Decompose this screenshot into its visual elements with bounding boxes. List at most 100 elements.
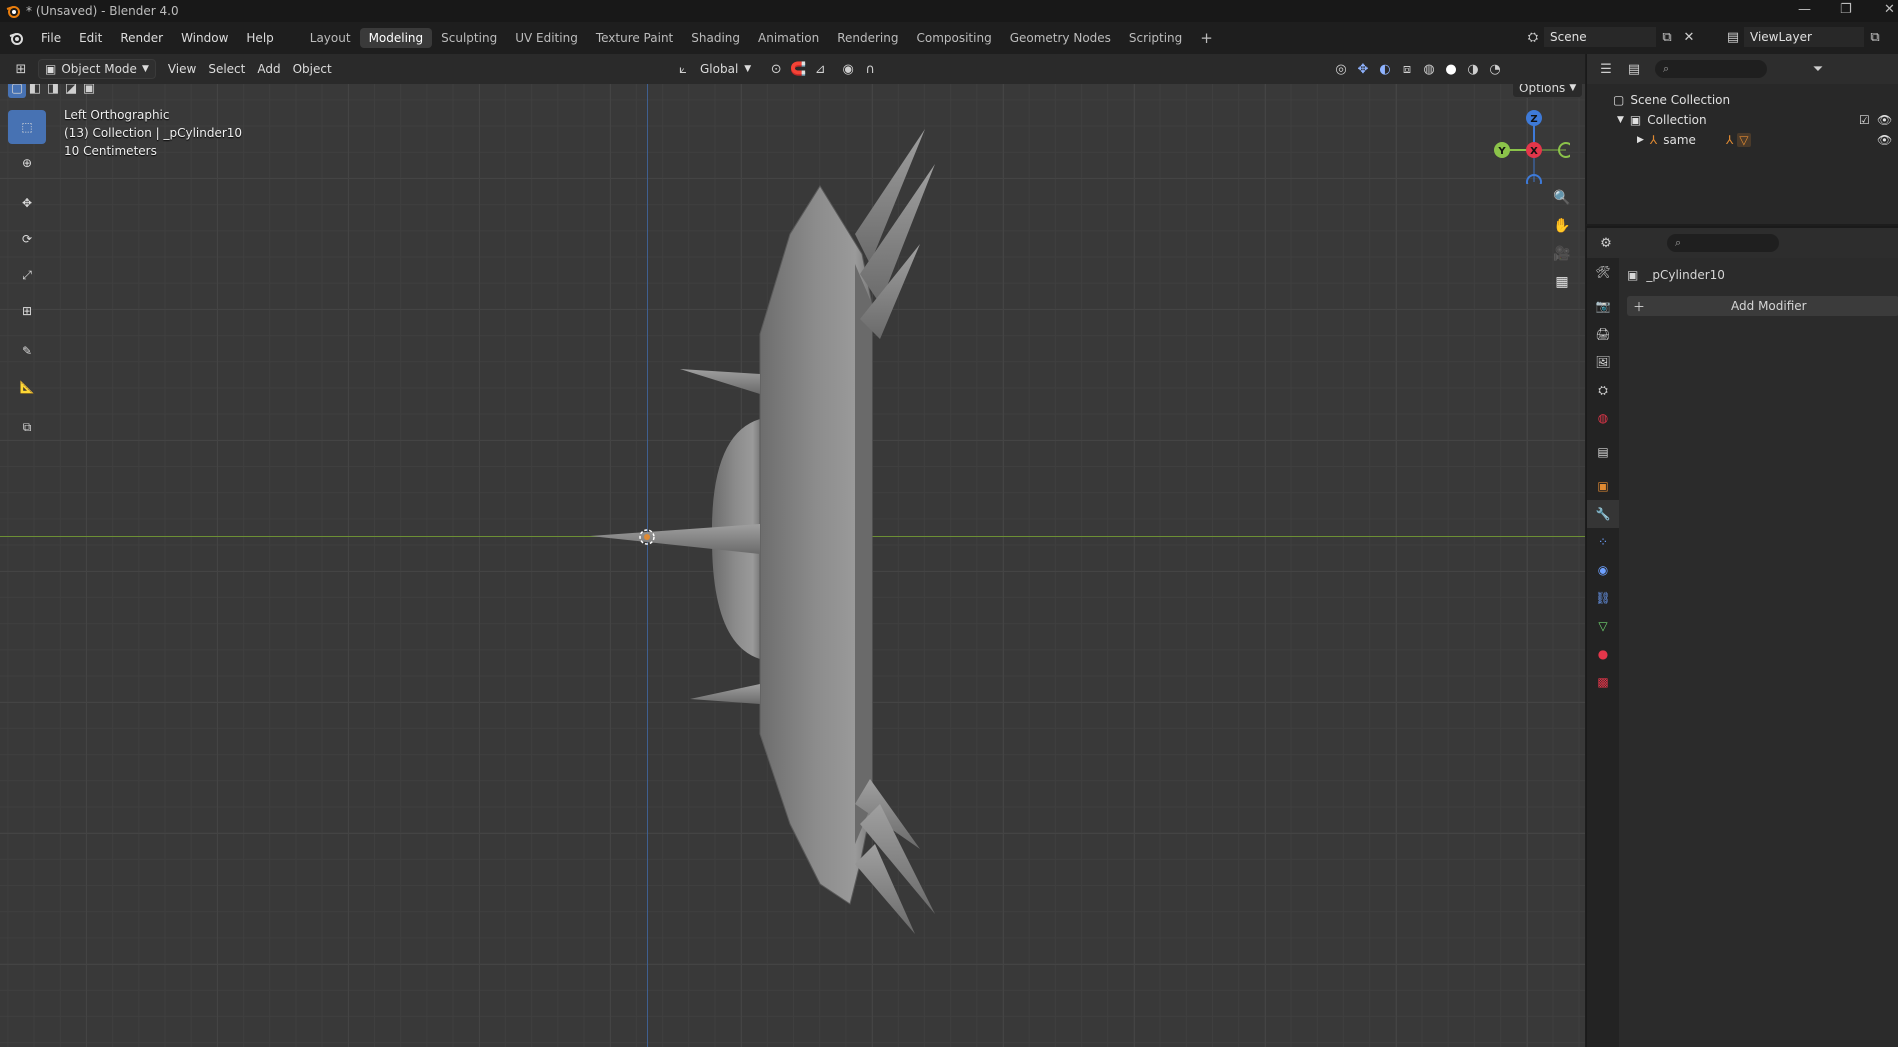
menu-select[interactable]: Select bbox=[202, 59, 251, 79]
menu-object[interactable]: Object bbox=[287, 59, 338, 79]
tree-scene-collection[interactable]: ▢ Scene Collection bbox=[1587, 90, 1898, 110]
tab-rendering[interactable]: Rendering bbox=[828, 28, 907, 48]
view-layer-name-field[interactable]: ViewLayer bbox=[1744, 27, 1864, 47]
scene-icon[interactable]: ⛭ bbox=[1522, 27, 1544, 47]
ortho-grid-icon[interactable]: ▦ bbox=[1548, 268, 1576, 296]
properties-header: ⚙ ⌕ bbox=[1587, 228, 1898, 258]
mode-selector[interactable]: ▣ Object Mode ▼ bbox=[38, 59, 156, 79]
outliner-search-input[interactable]: ⌕ bbox=[1655, 60, 1767, 78]
scene-name-field[interactable]: Scene bbox=[1544, 27, 1656, 47]
outliner-editor-icon[interactable]: ☰ bbox=[1595, 59, 1617, 79]
tab-uv-editing[interactable]: UV Editing bbox=[506, 28, 587, 48]
menu-help[interactable]: Help bbox=[237, 28, 282, 48]
tab-modeling[interactable]: Modeling bbox=[359, 28, 433, 48]
tab-compositing[interactable]: Compositing bbox=[907, 28, 1000, 48]
viewport-header: ⊞ ▣ Object Mode ▼ View Select Add Object ⟀… bbox=[0, 54, 1585, 84]
view-layer-tab-icon[interactable]: 🖼 bbox=[1587, 348, 1619, 376]
solid-shading-icon[interactable]: ● bbox=[1440, 59, 1462, 79]
xray-toggle-icon[interactable]: ⧈ bbox=[1396, 59, 1418, 79]
zoom-icon[interactable]: 🔍 bbox=[1548, 184, 1576, 212]
close-icon[interactable]: ✕ bbox=[1884, 2, 1895, 17]
scene-collection-icon: ▢ bbox=[1613, 93, 1625, 107]
overlay-toggle-icon[interactable]: ◐ bbox=[1374, 59, 1396, 79]
data-tab-icon[interactable]: ▽ bbox=[1587, 612, 1619, 640]
world-tab-icon[interactable]: ◍ bbox=[1587, 404, 1619, 432]
menu-view[interactable]: View bbox=[162, 59, 202, 79]
camera-icon[interactable]: 🎥 bbox=[1548, 240, 1576, 268]
display-mode-icon[interactable]: ▤ bbox=[1623, 59, 1645, 79]
transform-orientation: ⟀ Global ▼ ⊙ 🧲 ⊿ ◉ ∩ bbox=[672, 59, 881, 79]
tab-scripting[interactable]: Scripting bbox=[1120, 28, 1191, 48]
view-layer-icon[interactable]: ▤ bbox=[1722, 27, 1744, 47]
new-view-layer-icon[interactable]: ⧉ bbox=[1864, 27, 1886, 47]
tab-layout[interactable]: Layout bbox=[301, 28, 360, 48]
navigation-gizmo[interactable]: Z Y X bbox=[1490, 104, 1570, 184]
eye-icon[interactable]: 👁 bbox=[1877, 133, 1892, 147]
falloff-icon[interactable]: ∩ bbox=[859, 59, 881, 79]
snap-target-icon[interactable]: ⊿ bbox=[809, 59, 831, 79]
3d-viewport[interactable]: ▢ ◧ ◨ ◪ ▣ Left Orthographic (13) Collect… bbox=[0, 84, 1585, 1047]
properties-panel: ⚙ ⌕ 🛠 📷 🖨 🖼 ⛭ ◍ ▤ ▣ 🔧 ⁘ ◉ ⛓ ▽ ● ▩ ▣ _pCy… bbox=[1586, 226, 1898, 1047]
texture-tab-icon[interactable]: ▩ bbox=[1587, 668, 1619, 696]
orientation-selector[interactable]: Global ▼ bbox=[694, 59, 757, 79]
constraints-tab-icon[interactable]: ⛓ bbox=[1587, 584, 1619, 612]
pivot-point-icon[interactable]: ⊙ bbox=[765, 59, 787, 79]
minimize-icon[interactable]: — bbox=[1798, 2, 1811, 17]
delete-scene-icon[interactable]: ✕ bbox=[1678, 27, 1700, 47]
expand-arrow-icon[interactable]: ▼ bbox=[1617, 115, 1624, 125]
tab-sculpting[interactable]: Sculpting bbox=[432, 28, 506, 48]
new-scene-icon[interactable]: ⧉ bbox=[1656, 27, 1678, 47]
editor-type-icon[interactable]: ⊞ bbox=[10, 59, 32, 79]
tool-tab-icon[interactable]: 🛠 bbox=[1587, 258, 1619, 286]
gizmo-z-label: Z bbox=[1530, 114, 1537, 125]
orientation-icon[interactable]: ⟀ bbox=[672, 59, 694, 79]
scene-tab-icon[interactable]: ⛭ bbox=[1587, 376, 1619, 404]
gizmo-toggle-icon[interactable]: ✥ bbox=[1352, 59, 1374, 79]
object-name: _pCylinder10 bbox=[1646, 268, 1725, 282]
title-bar: * (Unsaved) - Blender 4.0 — ❐ ✕ bbox=[0, 0, 1898, 22]
viewport-shading-controls: ◎ ✥ ◐ ⧈ ◍ ● ◑ ◔ bbox=[1330, 59, 1506, 79]
menu-add[interactable]: Add bbox=[251, 59, 286, 79]
material-tab-icon[interactable]: ● bbox=[1587, 640, 1619, 668]
eye-icon[interactable]: 👁 bbox=[1877, 113, 1892, 127]
physics-tab-icon[interactable]: ◉ bbox=[1587, 556, 1619, 584]
particles-tab-icon[interactable]: ⁘ bbox=[1587, 528, 1619, 556]
tab-animation[interactable]: Animation bbox=[749, 28, 828, 48]
blender-menu-icon[interactable] bbox=[8, 30, 24, 46]
output-tab-icon[interactable]: 🖨 bbox=[1587, 320, 1619, 348]
proportional-edit-icon[interactable]: ◉ bbox=[837, 59, 859, 79]
rendered-shading-icon[interactable]: ◔ bbox=[1484, 59, 1506, 79]
add-modifier-button[interactable]: ＋ Add Modifier bbox=[1627, 296, 1898, 316]
render-tab-icon[interactable]: 📷 bbox=[1587, 292, 1619, 320]
filter-icon[interactable]: ⏷ bbox=[1807, 59, 1829, 79]
gizmo-y-label: Y bbox=[1497, 146, 1506, 157]
tab-geometry-nodes[interactable]: Geometry Nodes bbox=[1001, 28, 1120, 48]
material-shading-icon[interactable]: ◑ bbox=[1462, 59, 1484, 79]
tab-shading[interactable]: Shading bbox=[682, 28, 749, 48]
object-tab-icon[interactable]: ▣ bbox=[1587, 472, 1619, 500]
menu-file[interactable]: File bbox=[32, 28, 70, 48]
include-checkbox[interactable]: ☑ bbox=[1859, 113, 1870, 127]
menu-render[interactable]: Render bbox=[111, 28, 172, 48]
add-workspace-button[interactable]: + bbox=[1191, 26, 1222, 50]
pan-hand-icon[interactable]: ✋ bbox=[1548, 212, 1576, 240]
snap-icon[interactable]: 🧲 bbox=[787, 59, 809, 79]
wireframe-shading-icon[interactable]: ◍ bbox=[1418, 59, 1440, 79]
properties-editor-icon[interactable]: ⚙ bbox=[1595, 233, 1617, 253]
scene-selector: ⛭ Scene ⧉ ✕ bbox=[1522, 27, 1700, 47]
expand-arrow-icon[interactable]: ▶ bbox=[1637, 135, 1644, 145]
empty-data-icon: ⅄ bbox=[1725, 133, 1734, 147]
scene-collection-label: Scene Collection bbox=[1630, 93, 1731, 107]
menu-window[interactable]: Window bbox=[172, 28, 237, 48]
tree-object-same[interactable]: ▶ ⅄ same ⅄ ▽ 👁 bbox=[1587, 130, 1898, 150]
menu-edit[interactable]: Edit bbox=[70, 28, 111, 48]
properties-search-input[interactable]: ⌕ bbox=[1667, 234, 1779, 252]
search-icon: ⌕ bbox=[1663, 62, 1670, 75]
tab-texture-paint[interactable]: Texture Paint bbox=[587, 28, 682, 48]
maximize-icon[interactable]: ❐ bbox=[1840, 2, 1852, 17]
collection-tab-icon[interactable]: ▤ bbox=[1587, 438, 1619, 466]
tree-collection[interactable]: ▼ ▣ Collection ☑ 👁 bbox=[1587, 110, 1898, 130]
visibility-icon[interactable]: ◎ bbox=[1330, 59, 1352, 79]
modifier-tab-icon[interactable]: 🔧 bbox=[1587, 500, 1619, 528]
spiked-mesh-object[interactable] bbox=[0, 84, 1585, 1047]
